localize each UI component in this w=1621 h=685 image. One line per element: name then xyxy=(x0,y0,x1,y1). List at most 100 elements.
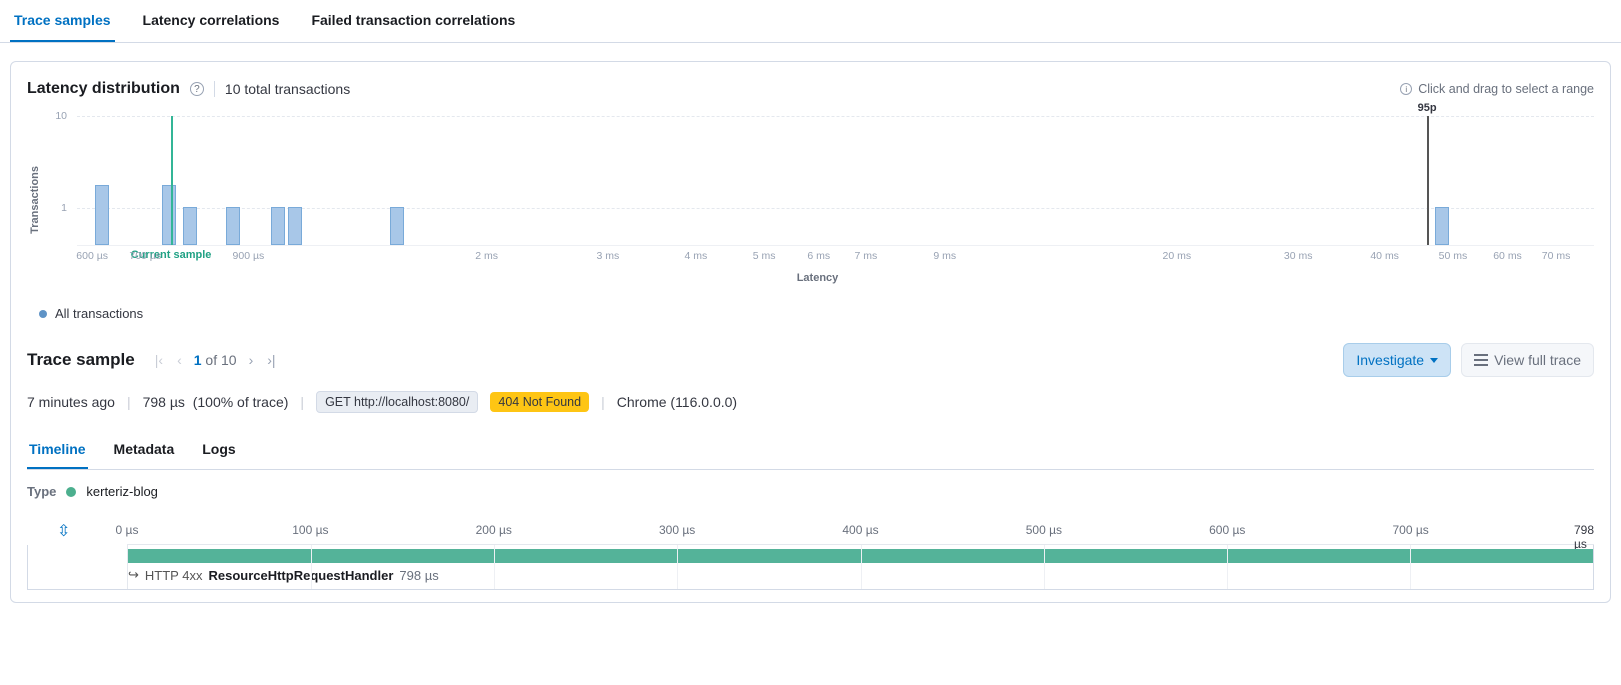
timeline-tick: 500 µs xyxy=(1026,523,1062,537)
p95-marker xyxy=(1427,116,1429,245)
chart-bar[interactable] xyxy=(1435,207,1449,245)
service-name[interactable]: kerteriz-blog xyxy=(86,484,158,499)
pager-total: 10 xyxy=(221,352,237,368)
xaxis-tick: 3 ms xyxy=(597,250,620,262)
xaxis-tick: 2 ms xyxy=(475,250,498,262)
timeline-body: ↪ HTTP 4xx ResourceHttpRequestHandler 79… xyxy=(27,545,1594,590)
xaxis-tick: 600 µs xyxy=(76,250,108,262)
trace-age: 7 minutes ago xyxy=(27,394,115,410)
chart-plot-area[interactable]: Current sample95p xyxy=(77,116,1594,246)
span-http-status: HTTP 4xx xyxy=(145,568,203,583)
pager-last-button[interactable]: ›| xyxy=(265,350,277,370)
http-request-pill: GET http://localhost:8080/ xyxy=(316,391,478,413)
tab-logs[interactable]: Logs xyxy=(200,431,237,469)
trace-sample-title: Trace sample xyxy=(27,350,135,370)
top-tabs: Trace samples Latency correlations Faile… xyxy=(0,0,1621,43)
chart-bar[interactable] xyxy=(390,207,404,245)
tab-timeline[interactable]: Timeline xyxy=(27,431,88,469)
timeline-tick: 700 µs xyxy=(1392,523,1428,537)
xaxis-tick: 9 ms xyxy=(933,250,956,262)
timeline-gridline xyxy=(677,545,678,589)
timeline-tick: 100 µs xyxy=(292,523,328,537)
trace-meta-row: 7 minutes ago | 798 µs (100% of trace) |… xyxy=(27,391,1594,413)
xaxis-tick: 5 ms xyxy=(753,250,776,262)
chevron-down-icon xyxy=(1430,358,1438,363)
info-icon: i xyxy=(1400,83,1412,95)
xaxis-title: Latency xyxy=(41,272,1594,284)
timeline-gridline xyxy=(311,545,312,589)
transaction-count: 10 total transactions xyxy=(225,81,350,97)
xaxis-tick: 6 ms xyxy=(807,250,830,262)
current-sample-marker xyxy=(171,116,173,245)
timeline-gridline xyxy=(861,545,862,589)
pager-prev-button[interactable]: ‹ xyxy=(175,350,184,370)
redirect-icon: ↪ xyxy=(128,567,139,583)
pager-text: 1 of 10 xyxy=(194,352,237,368)
separator: | xyxy=(127,394,131,410)
timeline-gridline xyxy=(1410,545,1411,589)
xaxis-tick: 30 ms xyxy=(1284,250,1313,262)
pager-next-button[interactable]: › xyxy=(247,350,256,370)
collapse-icon[interactable]: ⇳ xyxy=(57,521,70,541)
type-label: Type xyxy=(27,484,56,499)
span-track: ↪ HTTP 4xx ResourceHttpRequestHandler 79… xyxy=(128,545,1593,589)
investigate-label: Investigate xyxy=(1356,352,1424,368)
xaxis-tick: 70 ms xyxy=(1542,250,1571,262)
chart-bar[interactable] xyxy=(288,207,302,245)
tab-trace-samples[interactable]: Trace samples xyxy=(10,0,115,42)
timeline-tick: 400 µs xyxy=(842,523,878,537)
timeline-gridline xyxy=(1044,545,1045,589)
tab-failed-transaction-correlations[interactable]: Failed transaction correlations xyxy=(307,0,519,42)
list-icon xyxy=(1474,354,1488,366)
trace-pager: |‹ ‹ 1 of 10 › ›| xyxy=(153,350,278,370)
tab-metadata[interactable]: Metadata xyxy=(112,431,177,469)
trace-sample-header: Trace sample |‹ ‹ 1 of 10 › ›| Investiga… xyxy=(27,343,1594,377)
pager-first-button[interactable]: |‹ xyxy=(153,350,165,370)
tab-latency-correlations[interactable]: Latency correlations xyxy=(139,0,284,42)
timeline-tick: 200 µs xyxy=(476,523,512,537)
legend-label: All transactions xyxy=(55,306,143,321)
chart-bar[interactable] xyxy=(183,207,197,245)
status-pill: 404 Not Found xyxy=(490,392,589,412)
trace-pct: (100% of trace) xyxy=(193,394,289,410)
timeline-span-row[interactable]: ↪ HTTP 4xx ResourceHttpRequestHandler 79… xyxy=(28,545,1593,589)
investigate-button[interactable]: Investigate xyxy=(1343,343,1451,377)
chart-legend[interactable]: All transactions xyxy=(39,306,1594,321)
drag-hint: i Click and drag to select a range xyxy=(1400,82,1594,96)
xaxis-tick: 40 ms xyxy=(1370,250,1399,262)
browser-info: Chrome (116.0.0.0) xyxy=(617,394,737,410)
latency-header: Latency distribution ? 10 total transact… xyxy=(27,80,1594,98)
timeline-gridline xyxy=(1227,545,1228,589)
timeline-gridline xyxy=(494,545,495,589)
chart-bar[interactable] xyxy=(271,207,285,245)
p95-label: 95p xyxy=(1418,102,1437,114)
pager-of: of xyxy=(205,352,217,368)
trace-sub-tabs: Timeline Metadata Logs xyxy=(27,431,1594,470)
xaxis-tick: 900 µs xyxy=(233,250,265,262)
xaxis-tick: 4 ms xyxy=(685,250,708,262)
span-label: ↪ HTTP 4xx ResourceHttpRequestHandler 79… xyxy=(128,567,439,583)
span-gutter xyxy=(28,545,128,589)
help-icon[interactable]: ? xyxy=(190,82,204,96)
separator: | xyxy=(300,394,304,410)
xaxis-tick: 50 ms xyxy=(1439,250,1468,262)
trace-duration: 798 µs xyxy=(143,394,185,410)
yaxis-title: Transactions xyxy=(27,166,41,234)
timeline-tick: 600 µs xyxy=(1209,523,1245,537)
timeline-scale: 0 µs100 µs200 µs300 µs400 µs500 µs600 µs… xyxy=(127,523,1594,545)
yaxis-labels: 10 1 xyxy=(41,116,71,246)
chart-bar[interactable] xyxy=(95,185,109,245)
span-duration: 798 µs xyxy=(399,568,438,583)
xaxis-tick: 60 ms xyxy=(1493,250,1522,262)
type-row: Type kerteriz-blog xyxy=(27,484,1594,499)
latency-title: Latency distribution xyxy=(27,80,180,98)
chart-bar[interactable] xyxy=(162,185,176,245)
timeline-tick: 300 µs xyxy=(659,523,695,537)
latency-chart[interactable]: Transactions 10 1 Current sample95p 600 … xyxy=(27,116,1594,284)
separator xyxy=(214,81,215,97)
chart-bar[interactable] xyxy=(226,207,240,245)
xaxis-tick: 7 ms xyxy=(854,250,877,262)
xaxis-labels: 600 µs700 µs900 µs2 ms3 ms4 ms5 ms6 ms7 … xyxy=(77,246,1594,268)
service-dot-icon xyxy=(66,487,76,497)
view-full-trace-button[interactable]: View full trace xyxy=(1461,343,1594,377)
